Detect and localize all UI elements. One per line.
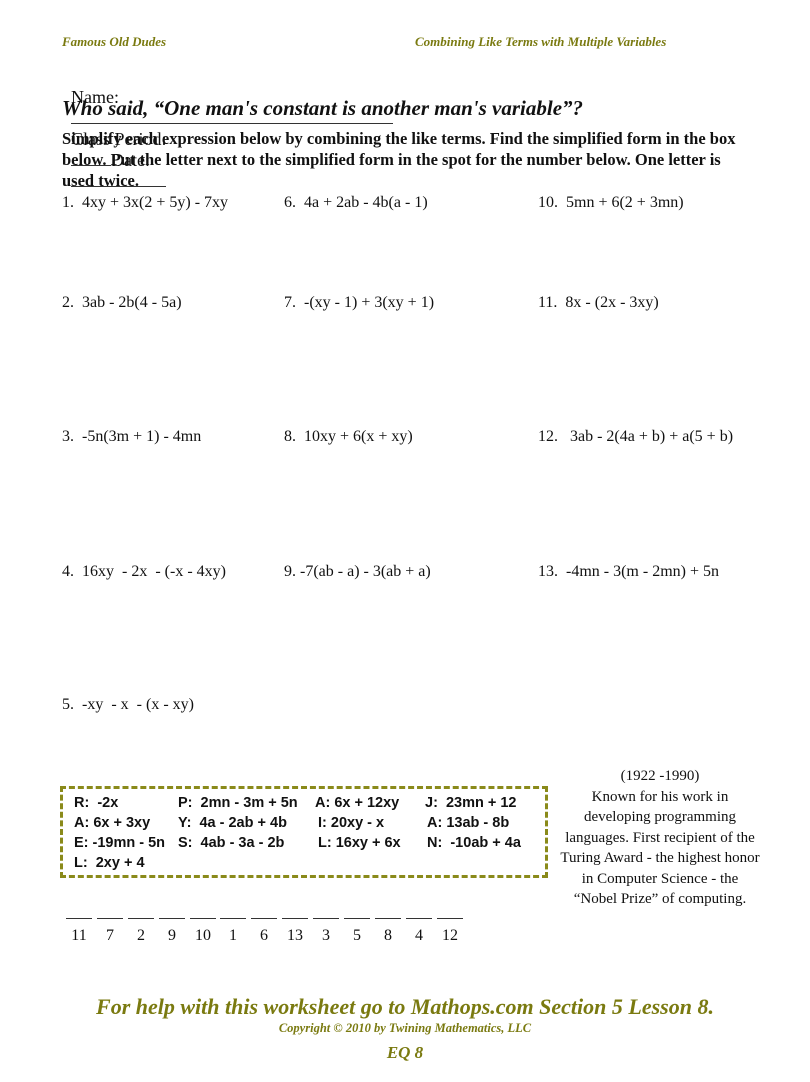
answer-key-item: A: 13ab - 8b [427,815,510,831]
answer-slot-number: 4 [415,927,423,944]
answer-slot-number: 7 [106,927,114,944]
answer-slot-number: 1 [229,927,237,944]
answer-slot[interactable]: 7 [97,918,123,945]
problem-7: 7. -(xy - 1) + 3(xy + 1) [284,294,435,311]
answer-key-item: A: 6x + 12xy [315,795,400,811]
answer-slot[interactable]: 1 [220,918,246,945]
problem-3: 3. -5n(3m + 1) - 4mn [62,428,202,445]
problem-11: 11. 8x - (2x - 3xy) [538,294,659,311]
answer-slot[interactable]: 2 [128,918,154,945]
answer-slot-number: 13 [287,927,303,944]
answer-slot[interactable]: 5 [344,918,370,945]
problem-8: 8. 10xy + 6(x + xy) [284,428,413,445]
answer-blank[interactable] [375,918,401,919]
bio-years: (1922 -1990) [620,768,700,784]
answer-slot[interactable]: 11 [66,918,92,945]
answer-slot[interactable]: 6 [251,918,277,945]
answer-key-item: L: 2xy + 4 [74,855,145,871]
answer-blank[interactable] [313,918,339,919]
answer-blank[interactable] [406,918,432,919]
bio-text: Known for his work in developing program… [560,788,760,908]
answer-key-item: N: -10ab + 4a [427,835,521,851]
answer-slot[interactable]: 12 [437,918,463,945]
answer-blank[interactable] [251,918,277,919]
problem-4: 4. 16xy - 2x - (-x - 4xy) [62,563,226,580]
answer-key-item: A: 6x + 3xy [74,815,151,831]
answer-slot[interactable]: 13 [282,918,308,945]
problem-12: 12. 3ab - 2(4a + b) + a(5 + b) [538,428,734,445]
copyright: Copyright © 2010 by Twining Mathematics,… [278,1021,532,1035]
answer-slot[interactable]: 9 [159,918,185,945]
answer-slot-number: 3 [322,927,330,944]
worksheet-series-title: Famous Old Dudes [62,34,167,49]
problem-9: 9. -7(ab - a) - 3(ab + a) [284,563,431,580]
worksheet-code: EQ 8 [386,1043,424,1062]
problem-1: 1. 4xy + 3x(2 + 5y) - 7xy [62,194,229,211]
answer-key-item: I: 20xy - x [318,815,385,831]
answer-blank[interactable] [159,918,185,919]
answer-blank[interactable] [190,918,216,919]
answer-slot-number: 11 [71,927,87,944]
answer-slot-number: 10 [195,927,211,944]
answer-slot-number: 12 [442,927,458,944]
answer-blank[interactable] [97,918,123,919]
problem-5: 5. -xy - x - (x - xy) [62,696,194,713]
answer-slot[interactable]: 10 [190,918,216,945]
answer-slot-number: 8 [384,927,392,944]
person-bio: (1922 -1990) Known for his work in devel… [560,766,760,910]
help-footer: For help with this worksheet go to Matho… [96,994,714,1019]
instructions: Simplify each expression below by combin… [62,129,736,190]
answer-slot[interactable]: 8 [375,918,401,945]
problem-10: 10. 5mn + 6(2 + 3mn) [538,194,684,211]
answer-slot[interactable]: 4 [406,918,432,945]
answer-key-item: P: 2mn - 3m + 5n [178,795,298,811]
answer-key-item: J: 23mn + 12 [425,795,517,811]
problem-13: 13. -4mn - 3(m - 2mn) + 5n [538,563,719,580]
answer-blank[interactable] [128,918,154,919]
answer-blank[interactable] [282,918,308,919]
answer-slot-number: 2 [137,927,145,944]
problem-2: 2. 3ab - 2b(4 - 5a) [62,294,182,311]
answer-slot-number: 5 [353,927,361,944]
answer-blank[interactable] [220,918,246,919]
answer-blank[interactable] [344,918,370,919]
answer-slot-number: 6 [260,927,268,944]
worksheet-topic-title: Combining Like Terms with Multiple Varia… [415,34,667,49]
answer-slot[interactable]: 3 [313,918,339,945]
answer-slot-number: 9 [168,927,176,944]
answer-key-item: Y: 4a - 2ab + 4b [178,815,287,831]
answer-key-item: S: 4ab - 3a - 2b [178,835,285,851]
answer-key-item: L: 16xy + 6x [318,835,401,851]
answer-blank[interactable] [437,918,463,919]
problem-6: 6. 4a + 2ab - 4b(a - 1) [284,194,428,211]
answer-key-item: R: -2x [74,795,119,811]
answer-key-item: E: -19mn - 5n [74,835,166,851]
riddle-question: Who said, “One man's constant is another… [62,96,584,120]
answer-blank[interactable] [66,918,92,919]
